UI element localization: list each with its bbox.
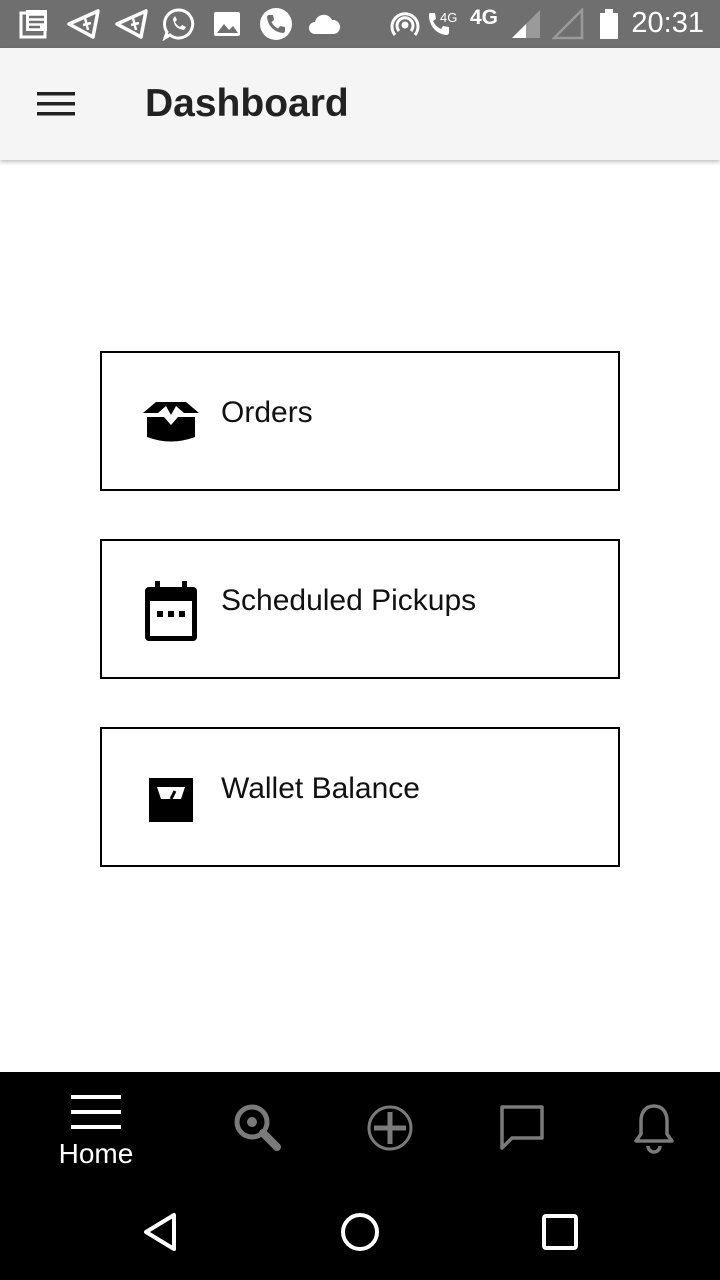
signal-empty-icon xyxy=(552,8,584,40)
recents-button[interactable] xyxy=(530,1202,590,1262)
navigation-icon xyxy=(66,8,102,40)
tab-add[interactable] xyxy=(324,1072,456,1176)
network-type: 4G xyxy=(470,6,499,29)
status-bar: 4G 4G 20:31 xyxy=(0,0,720,48)
tab-search-location[interactable] xyxy=(192,1072,324,1176)
app-bar: Dashboard xyxy=(0,48,720,160)
search-location-icon xyxy=(192,1102,324,1154)
recents-square-icon xyxy=(542,1214,578,1250)
weighing-scale-icon xyxy=(140,769,202,831)
battery-icon xyxy=(598,8,620,40)
menu-button[interactable] xyxy=(20,72,92,136)
chat-bubble-icon xyxy=(456,1102,588,1154)
add-circle-icon xyxy=(324,1102,456,1154)
navigation-icon xyxy=(114,8,150,40)
bottom-tab-bar: Home xyxy=(0,1072,720,1176)
home-circle-icon xyxy=(341,1213,379,1251)
calendar-icon xyxy=(140,581,202,643)
scheduled-pickups-label: Scheduled Pickups xyxy=(221,584,477,617)
clock: 20:31 xyxy=(631,7,704,39)
phone-icon xyxy=(258,8,294,40)
orders-label: Orders xyxy=(221,396,313,429)
orders-card[interactable]: Orders xyxy=(100,351,620,491)
wallet-balance-label: Wallet Balance xyxy=(221,772,420,805)
cloud-icon xyxy=(307,8,341,40)
notes-icon xyxy=(18,8,50,40)
hamburger-menu-icon xyxy=(30,1086,162,1138)
tab-messages[interactable] xyxy=(456,1072,588,1176)
tab-home-label: Home xyxy=(58,1138,134,1169)
open-box-icon xyxy=(140,393,202,455)
hamburger-menu-icon xyxy=(37,92,75,116)
system-nav-bar xyxy=(0,1176,720,1280)
home-button[interactable] xyxy=(330,1202,390,1262)
hotspot-icon xyxy=(388,8,422,40)
whatsapp-icon xyxy=(162,8,196,41)
bell-icon xyxy=(588,1102,720,1154)
signal-icon xyxy=(510,8,542,40)
tab-home[interactable]: Home xyxy=(30,1072,162,1176)
image-icon xyxy=(212,8,242,40)
wallet-balance-card[interactable]: Wallet Balance xyxy=(100,727,620,867)
back-triangle-icon xyxy=(144,1213,176,1251)
tab-notifications[interactable] xyxy=(588,1072,720,1176)
back-button[interactable] xyxy=(130,1202,190,1262)
network-type-small: 4G xyxy=(440,10,458,25)
page-title: Dashboard xyxy=(145,82,349,125)
scheduled-pickups-card[interactable]: Scheduled Pickups xyxy=(100,539,620,679)
